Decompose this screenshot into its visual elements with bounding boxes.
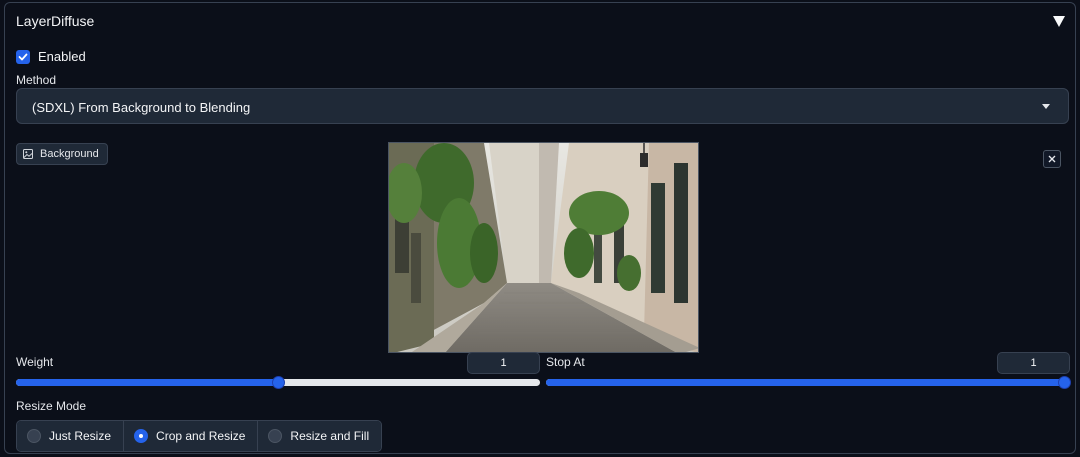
stop-at-label: Stop At [546,355,585,369]
method-dropdown[interactable]: (SDXL) From Background to Blending [16,88,1069,124]
resize-mode-radio-group: Just Resize Crop and Resize Resize and F… [16,420,383,452]
stop-at-slider-fill [546,379,1064,386]
stop-at-slider-thumb[interactable] [1058,376,1071,389]
resize-mode-label: Resize Mode [16,399,87,413]
layerdiffuse-panel: LayerDiffuse Enabled Method (SDXL) From … [4,2,1076,454]
radio-circle [27,429,41,443]
stop-at-number-input[interactable]: 1 [997,352,1070,374]
checkmark-icon [18,53,28,60]
weight-slider[interactable] [16,376,540,389]
panel-title[interactable]: LayerDiffuse [16,13,94,29]
method-label: Method [16,73,57,87]
radio-label: Crop and Resize [156,429,246,443]
close-icon [1048,155,1056,163]
method-selected-value: (SDXL) From Background to Blending [32,100,251,115]
background-label-text: Background [40,148,99,160]
radio-circle [134,429,149,443]
radio-circle [268,429,283,443]
weight-slider-thumb[interactable] [272,376,285,389]
caret-down-icon [1042,104,1050,109]
image-icon [23,149,33,159]
background-image-preview[interactable] [388,142,699,353]
radio-crop-and-resize[interactable]: Crop and Resize [124,421,259,451]
radio-label: Just Resize [49,429,112,443]
enabled-checkbox[interactable] [16,49,30,64]
stop-at-slider[interactable] [546,376,1071,389]
weight-label: Weight [16,355,54,369]
enabled-label: Enabled [38,49,86,64]
street-photo [389,143,698,352]
radio-resize-and-fill[interactable]: Resize and Fill [258,421,382,451]
triangle-down-icon[interactable] [1051,13,1067,29]
radio-just-resize[interactable]: Just Resize [17,421,125,451]
radio-label: Resize and Fill [290,429,370,443]
background-image-label: Background [16,143,108,165]
clear-image-button[interactable] [1043,150,1061,168]
enabled-checkbox-row[interactable]: Enabled [16,49,86,64]
weight-number-input[interactable]: 1 [467,352,540,374]
weight-slider-fill [16,379,278,386]
